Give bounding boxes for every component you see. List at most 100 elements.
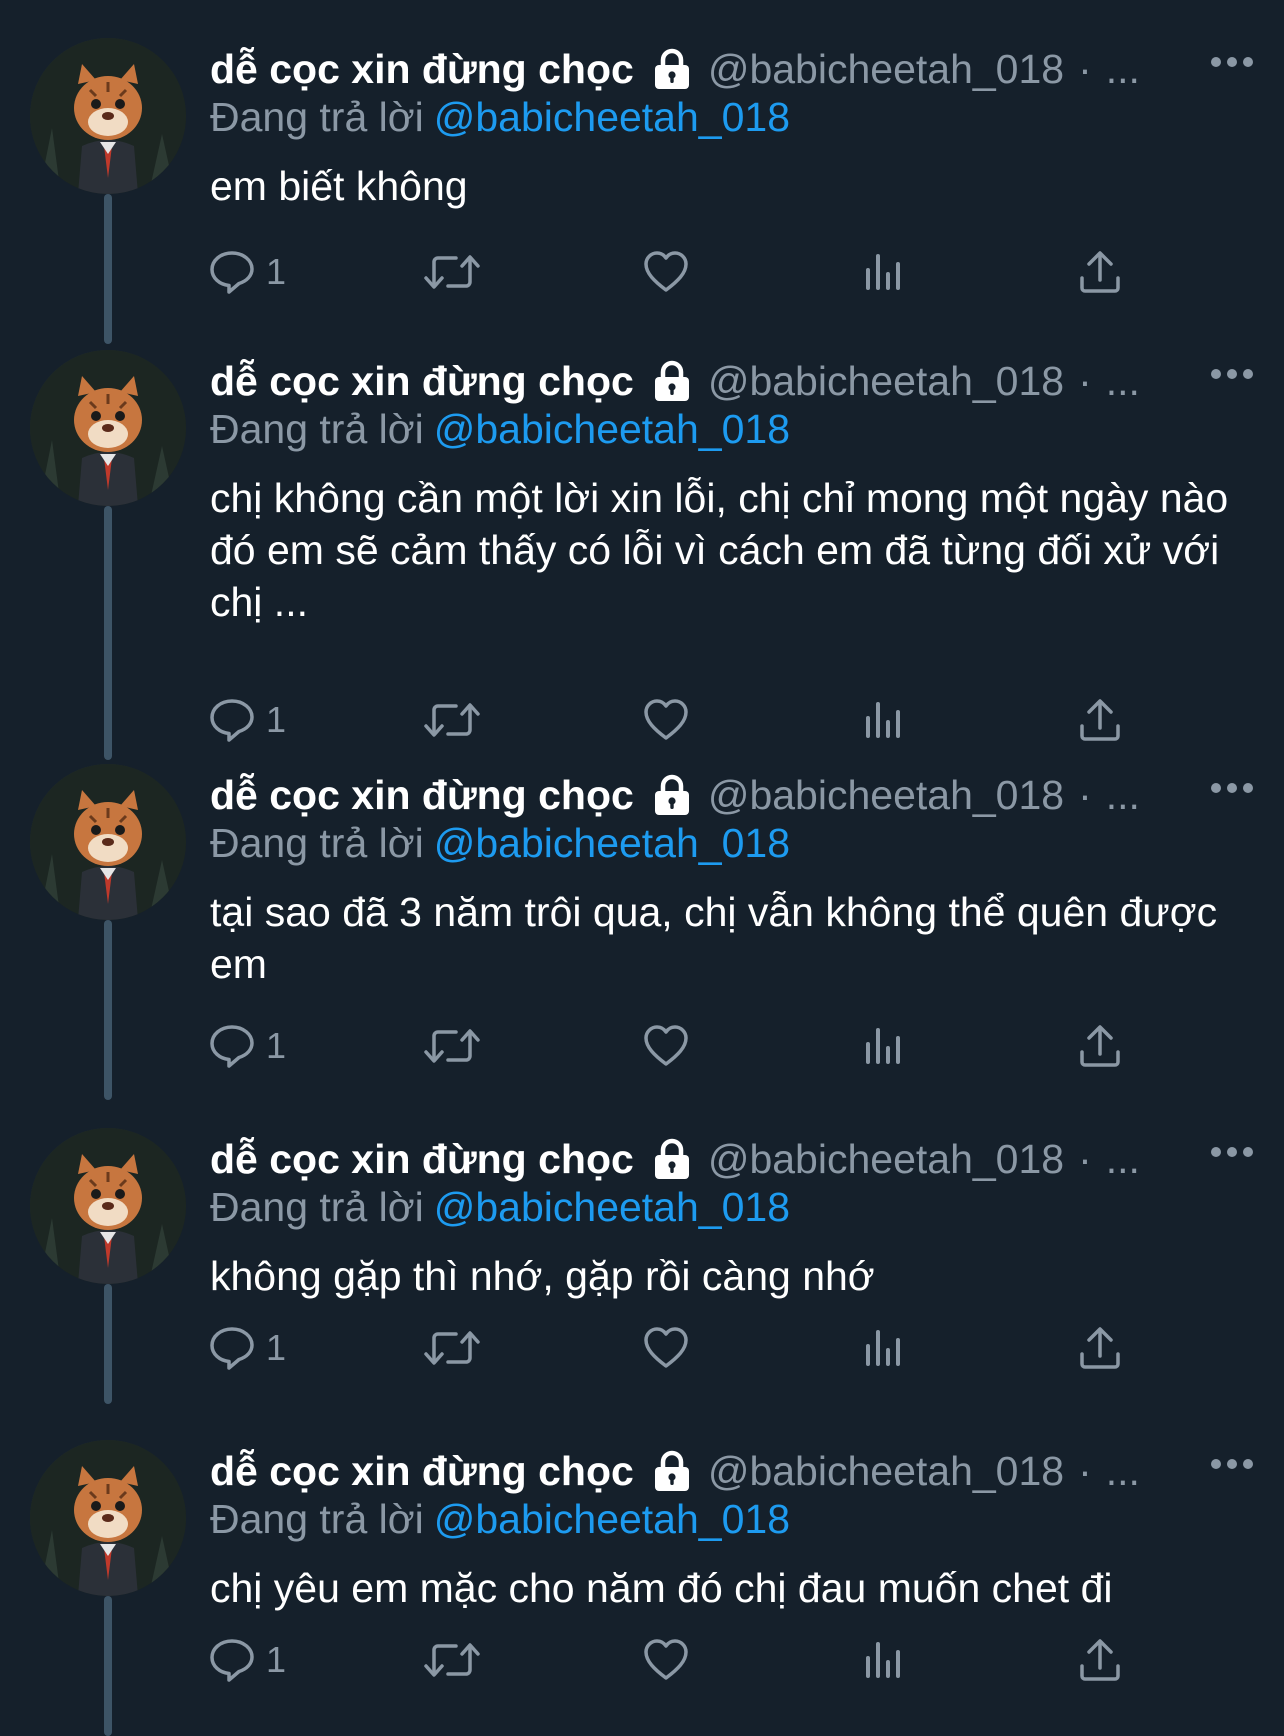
tweet-actions: 1 — [210, 1016, 1210, 1076]
lock-icon — [654, 48, 689, 89]
views-icon — [866, 1028, 900, 1064]
replying-to: Đang trả lời @babicheetah_018 — [210, 1496, 790, 1546]
tweet-actions: 1 — [210, 690, 1210, 750]
reply-count: 1 — [266, 1025, 287, 1066]
reply-button[interactable]: 1 — [208, 690, 286, 750]
author-handle[interactable]: @babicheetah_018 — [708, 358, 1064, 405]
more-icon[interactable] — [1210, 52, 1254, 72]
avatar[interactable] — [30, 38, 186, 194]
retweet-button[interactable] — [424, 1318, 480, 1378]
timestamp-truncated: ... — [1105, 357, 1140, 404]
more-icon[interactable] — [1210, 778, 1254, 798]
lock-icon — [654, 774, 689, 815]
reply-count: 1 — [266, 1327, 287, 1368]
views-icon — [866, 1330, 900, 1366]
reply-mention-link[interactable]: @babicheetah_018 — [434, 406, 790, 452]
avatar[interactable] — [30, 1128, 186, 1284]
author-name[interactable]: dễ cọc xin đừng chọc — [210, 358, 634, 405]
tweet-text: chị yêu em mặc cho năm đó chị đau muốn c… — [210, 1565, 1113, 1611]
tweet-text: chị không cần một lời xin lỗi, chị chỉ m… — [210, 475, 1229, 625]
thread-line — [104, 1596, 112, 1736]
like-button[interactable] — [642, 1318, 690, 1378]
share-button[interactable] — [1076, 1318, 1124, 1378]
retweet-button[interactable] — [424, 1630, 480, 1690]
views-icon — [866, 1642, 900, 1678]
separator-dot: · — [1078, 1447, 1092, 1494]
avatar-image — [30, 1128, 186, 1284]
author-handle[interactable]: @babicheetah_018 — [708, 46, 1064, 93]
separator-dot: · — [1078, 357, 1092, 404]
timestamp-truncated: ... — [1105, 1135, 1140, 1182]
share-icon — [1080, 1327, 1120, 1369]
author-handle[interactable]: @babicheetah_018 — [708, 772, 1064, 819]
reply-icon — [210, 699, 254, 742]
author-handle[interactable]: @babicheetah_018 — [708, 1448, 1064, 1495]
thread-line — [104, 1284, 112, 1404]
views-button[interactable] — [860, 1318, 908, 1378]
lock-icon — [654, 1138, 689, 1179]
like-button[interactable] — [642, 1630, 690, 1690]
reply-count: 1 — [266, 251, 287, 292]
share-icon — [1080, 1639, 1120, 1681]
like-button[interactable] — [642, 690, 690, 750]
views-icon — [866, 702, 900, 738]
tweet-text: em biết không — [210, 163, 468, 209]
like-icon — [644, 251, 688, 292]
share-button[interactable] — [1076, 242, 1124, 302]
replying-label: Đang trả lời — [210, 94, 424, 140]
retweet-button[interactable] — [424, 1016, 480, 1076]
views-button[interactable] — [860, 1016, 908, 1076]
tweet-actions: 1 — [210, 242, 1210, 302]
reply-mention-link[interactable]: @babicheetah_018 — [434, 1184, 790, 1230]
retweet-button[interactable] — [424, 242, 480, 302]
avatar-image — [30, 1440, 186, 1596]
avatar[interactable] — [30, 1440, 186, 1596]
reply-button[interactable]: 1 — [208, 1318, 286, 1378]
views-button[interactable] — [860, 1630, 908, 1690]
lock-icon — [654, 360, 689, 401]
retweet-button[interactable] — [424, 690, 480, 750]
replying-to: Đang trả lời @babicheetah_018 — [210, 1184, 790, 1234]
tweet-header: dễ cọc xin đừng chọc @babicheetah_018 · … — [210, 356, 1254, 406]
views-icon — [866, 254, 900, 290]
author-name[interactable]: dễ cọc xin đừng chọc — [210, 46, 634, 93]
replying-label: Đang trả lời — [210, 1496, 424, 1542]
author-handle[interactable]: @babicheetah_018 — [708, 1136, 1064, 1183]
reply-icon — [210, 251, 254, 294]
reply-mention-link[interactable]: @babicheetah_018 — [434, 820, 790, 866]
retweet-icon — [424, 1029, 480, 1063]
share-button[interactable] — [1076, 690, 1124, 750]
avatar[interactable] — [30, 764, 186, 920]
reply-button[interactable]: 1 — [208, 1016, 286, 1076]
views-button[interactable] — [860, 242, 908, 302]
like-icon — [644, 1025, 688, 1066]
more-icon[interactable] — [1210, 364, 1254, 384]
share-icon — [1080, 1025, 1120, 1067]
reply-button[interactable]: 1 — [208, 242, 286, 302]
like-button[interactable] — [642, 242, 690, 302]
more-icon[interactable] — [1210, 1454, 1254, 1474]
views-button[interactable] — [860, 690, 908, 750]
reply-mention-link[interactable]: @babicheetah_018 — [434, 1496, 790, 1542]
tweet-text: tại sao đã 3 năm trôi qua, chị vẫn không… — [210, 889, 1218, 987]
tweet-header: dễ cọc xin đừng chọc @babicheetah_018 · … — [210, 770, 1254, 820]
author-name[interactable]: dễ cọc xin đừng chọc — [210, 772, 634, 819]
reply-count: 1 — [266, 1639, 287, 1680]
avatar[interactable] — [30, 350, 186, 506]
tweet-actions: 1 — [210, 1630, 1210, 1690]
retweet-icon — [424, 1331, 480, 1365]
reply-icon — [210, 1025, 254, 1068]
more-icon[interactable] — [1210, 1142, 1254, 1162]
reply-mention-link[interactable]: @babicheetah_018 — [434, 94, 790, 140]
author-name[interactable]: dễ cọc xin đừng chọc — [210, 1136, 634, 1183]
author-name[interactable]: dễ cọc xin đừng chọc — [210, 1448, 634, 1495]
thread-line — [104, 506, 112, 760]
separator-dot: · — [1078, 45, 1092, 92]
tweet-text: không gặp thì nhớ, gặp rồi càng nhớ — [210, 1253, 875, 1299]
share-button[interactable] — [1076, 1016, 1124, 1076]
timestamp-truncated: ... — [1105, 771, 1140, 818]
reply-button[interactable]: 1 — [208, 1630, 286, 1690]
tweet-header: dễ cọc xin đừng chọc @babicheetah_018 · … — [210, 44, 1254, 94]
like-button[interactable] — [642, 1016, 690, 1076]
share-button[interactable] — [1076, 1630, 1124, 1690]
